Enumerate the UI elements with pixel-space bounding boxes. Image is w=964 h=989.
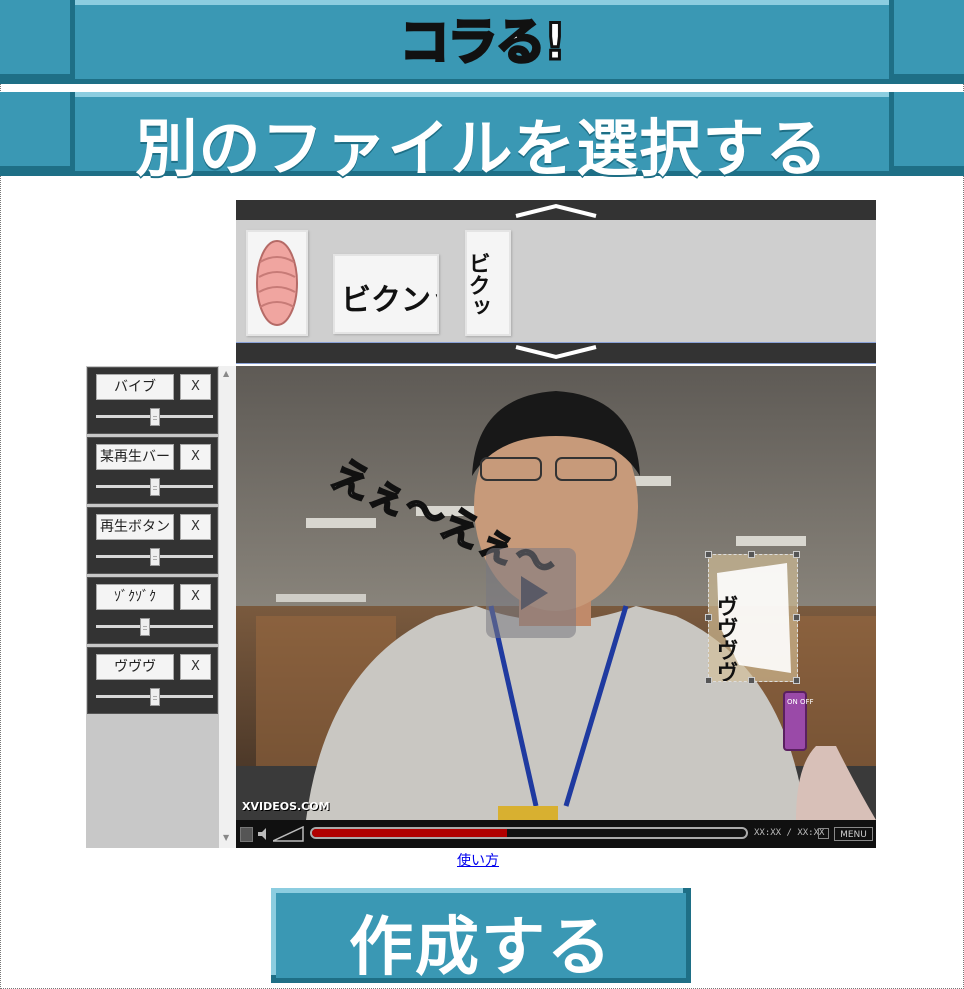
layer-slider-thumb[interactable] (149, 408, 160, 426)
selected-sticker-vvv[interactable]: ヴヴヴヴヴヴ (708, 554, 798, 727)
effect-thumb-bikun[interactable]: ビクンッ (333, 254, 439, 334)
chevron-down-icon (515, 345, 597, 360)
layer-slider-thumb[interactable] (149, 548, 160, 566)
layer-slider-thumb[interactable] (149, 688, 160, 706)
bikun-sticker: ビクンッ (341, 283, 437, 318)
effects-strip: ビクンッ ビクッ (236, 196, 876, 366)
bikun-sticker-text: ビクンッ (341, 283, 437, 318)
resize-handle-w[interactable] (705, 614, 712, 621)
menu-button[interactable]: MENU (834, 827, 873, 841)
layer-remove-button[interactable]: X (180, 584, 211, 610)
layer-panel: バイブ X 某再生バー X 再生ボタン X ｿﾞｸｿﾞｸ X ヴヴヴ X (86, 366, 219, 848)
effects-thumbnail-list: ビクンッ ビクッ (236, 220, 876, 342)
effect-thumb-pink-coil[interactable] (246, 230, 308, 336)
biku-sticker-text: ビクッ (467, 252, 490, 318)
device-label: ON OFF (787, 698, 814, 706)
layer-name-button[interactable]: 再生ボタン (96, 514, 174, 540)
layer-name-button[interactable]: 某再生バー (96, 444, 174, 470)
coil-sticker-icon (256, 240, 298, 326)
resize-handle-s[interactable] (748, 677, 755, 684)
video-watermark: XVIDEOS.COM (242, 800, 330, 813)
layer-panel-scrollbar[interactable]: ▲ ▼ (219, 366, 236, 848)
chevron-up-icon (515, 203, 597, 218)
progress-bar[interactable] (310, 827, 748, 839)
scroll-down-arrow-icon[interactable]: ▼ (223, 834, 229, 842)
vvv-sticker-text: ヴヴヴヴヴヴ (713, 595, 738, 681)
layer-remove-button[interactable]: X (180, 654, 211, 680)
layer-item[interactable]: 再生ボタン X (87, 507, 218, 574)
effect-thumb-biku[interactable]: ビクッ (465, 230, 511, 336)
layer-item[interactable]: ｿﾞｸｿﾞｸ X (87, 577, 218, 644)
create-button[interactable]: 作成する (271, 888, 691, 985)
layer-slider-thumb[interactable] (140, 618, 151, 636)
layer-opacity-slider[interactable] (96, 625, 213, 628)
site-logo[interactable]: コラる! (0, 2, 964, 74)
resize-handle-sw[interactable] (705, 677, 712, 684)
resize-handle-se[interactable] (793, 677, 800, 684)
layer-remove-button[interactable]: X (180, 374, 211, 400)
volume-slider[interactable] (273, 826, 305, 842)
volume-icon[interactable] (257, 827, 271, 841)
layer-item[interactable]: ヴヴヴ X (87, 647, 218, 714)
video-preview[interactable]: ON OFF えぇ〜えぇ〜 XVIDEOS.COM ヴヴヴヴヴヴ XX:XX / (236, 366, 876, 848)
resize-handle-e[interactable] (793, 614, 800, 621)
resize-handle-n[interactable] (748, 551, 755, 558)
scroll-up-arrow-icon[interactable]: ▲ (223, 370, 229, 378)
video-control-bar: XX:XX / XX:XX MENU (236, 820, 876, 848)
play-button-overlay[interactable] (486, 548, 576, 638)
layer-item[interactable]: 某再生バー X (87, 437, 218, 504)
logo-banner: コラる! (0, 0, 964, 84)
layer-item[interactable]: バイブ X (87, 367, 218, 434)
biku-sticker: ビクッ (467, 252, 490, 318)
help-link[interactable]: 使い方 (457, 850, 499, 870)
play-icon (521, 576, 548, 610)
effects-scroll-up-button[interactable] (236, 198, 876, 220)
resize-handle-ne[interactable] (793, 551, 800, 558)
create-button-label: 作成する (349, 911, 613, 985)
progress-fill (312, 829, 508, 837)
file-select-label: 別のファイルを選択する (135, 112, 829, 185)
layer-remove-button[interactable]: X (180, 444, 211, 470)
layer-slider-thumb[interactable] (149, 478, 160, 496)
vvv-sticker: ヴヴヴヴヴヴ (713, 563, 791, 727)
resize-handle-nw[interactable] (705, 551, 712, 558)
layer-remove-button[interactable]: X (180, 514, 211, 540)
layer-name-button[interactable]: ヴヴヴ (96, 654, 174, 680)
effects-scroll-down-button[interactable] (236, 342, 876, 364)
fullscreen-icon[interactable] (818, 828, 829, 839)
small-play-button[interactable] (240, 827, 253, 842)
layer-name-button[interactable]: ｿﾞｸｿﾞｸ (96, 584, 174, 610)
time-readout: XX:XX / XX:XX (754, 828, 825, 838)
file-select-button[interactable]: 別のファイルを選択する (0, 92, 964, 185)
layer-name-button[interactable]: バイブ (96, 374, 174, 400)
